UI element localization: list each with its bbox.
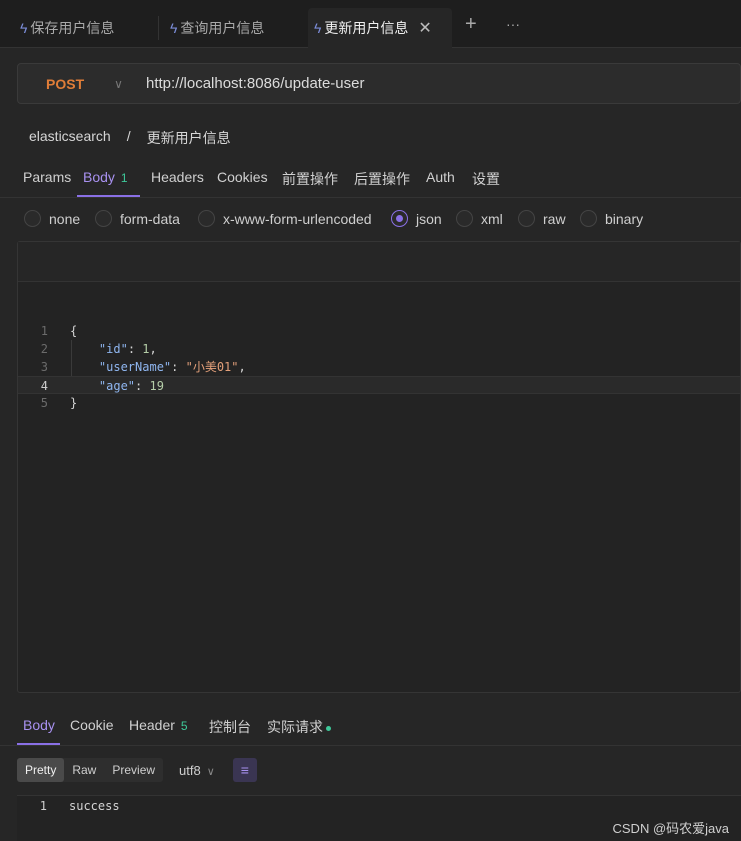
response-tabs: Body Cookie Header 5 控制台 实际请求 xyxy=(0,708,741,746)
active-tab-indicator xyxy=(77,195,140,197)
code-area[interactable]: 1 { 2 "id": 1, 3 "userName": "小美01", 4 "… xyxy=(18,282,740,412)
header-count-badge: 5 xyxy=(180,719,188,733)
code-line: 3 "userName": "小美01", xyxy=(18,358,740,376)
method-label: POST xyxy=(46,75,85,92)
radio-none[interactable]: none xyxy=(24,210,80,227)
encoding-select[interactable]: utf8 ∨ xyxy=(179,763,215,778)
code-line: 1 { xyxy=(18,322,740,340)
body-type-selector: none form-data x-www-form-urlencoded jso… xyxy=(0,208,741,232)
response-tab-body[interactable]: Body xyxy=(23,717,55,733)
lightning-icon: ϟ xyxy=(20,20,28,36)
radio-circle-checked xyxy=(391,210,408,227)
code-text: } xyxy=(70,396,78,410)
radio-circle xyxy=(198,210,215,227)
radio-json[interactable]: json xyxy=(391,210,442,227)
radio-form-data[interactable]: form-data xyxy=(95,210,180,227)
editor-toolbar xyxy=(18,242,740,282)
response-tab-actual-request[interactable]: 实际请求 xyxy=(267,717,331,737)
line-number: 2 xyxy=(40,342,48,356)
code-text: "age": 19 xyxy=(98,379,164,393)
radio-raw[interactable]: raw xyxy=(518,210,566,227)
close-icon[interactable]: ✕ xyxy=(418,18,431,38)
tab-query-user[interactable]: ϟ 查询用户信息 xyxy=(164,8,304,48)
response-tab-cookie[interactable]: Cookie xyxy=(70,717,114,733)
code-line-current: 4 "age": 19 xyxy=(18,376,740,394)
request-tab-bar: ϟ 保存用户信息 ϟ 查询用户信息 ϟ 更新用户信息 ✕ + ··· xyxy=(0,0,741,48)
view-preview-button[interactable]: Preview xyxy=(104,758,163,782)
word-wrap-icon[interactable]: ≡ xyxy=(232,758,257,782)
tab-headers[interactable]: Headers xyxy=(151,169,204,185)
code-line: 2 "id": 1, xyxy=(18,340,740,358)
line-number: 4 xyxy=(40,379,48,393)
line-number: 5 xyxy=(40,396,48,410)
url-bar: POST ∨ http://localhost:8086/update-user xyxy=(17,63,741,104)
radio-urlencoded[interactable]: x-www-form-urlencoded xyxy=(198,210,372,227)
radio-circle xyxy=(580,210,597,227)
tab-post-operations[interactable]: 后置操作 xyxy=(354,169,410,189)
breadcrumb-request-name[interactable]: 更新用户信息 xyxy=(147,128,231,148)
view-pretty-button[interactable]: Pretty xyxy=(17,758,65,782)
active-response-tab-indicator xyxy=(17,743,60,745)
radio-circle xyxy=(24,210,41,227)
radio-label: binary xyxy=(605,210,644,227)
view-mode-segmented: Pretty Raw Preview xyxy=(17,758,164,782)
radio-circle xyxy=(456,210,473,227)
tab-cookies[interactable]: Cookies xyxy=(217,169,268,185)
lightning-icon: ϟ xyxy=(314,20,322,36)
tab-auth[interactable]: Auth xyxy=(426,169,455,185)
method-select[interactable]: POST ∨ xyxy=(18,76,130,92)
radio-label: form-data xyxy=(120,210,180,227)
plus-icon[interactable]: + xyxy=(465,14,477,34)
watermark: CSDN @码农爱java xyxy=(612,821,730,836)
code-text: { xyxy=(70,324,78,338)
view-raw-button[interactable]: Raw xyxy=(64,758,104,782)
chevron-down-icon: ∨ xyxy=(114,76,123,91)
response-tab-actual-label: 实际请求 xyxy=(267,719,323,735)
breadcrumb: elasticsearch / 更新用户信息 xyxy=(29,128,231,148)
code-text: "userName": "小美01", xyxy=(98,360,246,374)
tab-params[interactable]: Params xyxy=(23,169,71,185)
tab-update-user[interactable]: ϟ 更新用户信息 ✕ xyxy=(308,8,452,48)
tab-save-user[interactable]: ϟ 保存用户信息 xyxy=(14,8,154,48)
tab-settings[interactable]: 设置 xyxy=(472,169,500,189)
status-dot-icon xyxy=(326,725,331,731)
url-input[interactable]: http://localhost:8086/update-user xyxy=(130,75,364,92)
chevron-down-icon: ∨ xyxy=(206,765,215,778)
radio-binary[interactable]: binary xyxy=(580,210,643,227)
tab-label: 保存用户信息 xyxy=(30,20,115,36)
tab-label: 查询用户信息 xyxy=(180,20,265,36)
line-number: 1 xyxy=(39,799,47,813)
encoding-label: utf8 xyxy=(179,762,201,778)
radio-label: none xyxy=(49,210,81,227)
tab-divider xyxy=(158,16,159,40)
radio-xml[interactable]: xml xyxy=(456,210,503,227)
radio-label: raw xyxy=(543,210,566,227)
radio-label: json xyxy=(416,210,442,227)
tab-body[interactable]: Body 1 xyxy=(83,169,128,185)
response-view-bar: Pretty Raw Preview utf8 ∨ ≡ xyxy=(17,758,257,782)
more-icon[interactable]: ··· xyxy=(506,14,520,34)
breadcrumb-separator: / xyxy=(126,128,131,144)
response-text: success xyxy=(69,799,120,813)
radio-label: x-www-form-urlencoded xyxy=(223,210,372,227)
request-sections-tabs: Params Body 1 Headers Cookies 前置操作 后置操作 A… xyxy=(0,158,741,198)
lightning-icon: ϟ xyxy=(170,20,178,36)
json-body-editor[interactable]: 1 { 2 "id": 1, 3 "userName": "小美01", 4 "… xyxy=(17,241,741,693)
response-line: 1 success xyxy=(17,797,741,815)
radio-circle xyxy=(95,210,112,227)
radio-label: xml xyxy=(481,210,503,227)
line-number: 3 xyxy=(40,360,48,374)
response-tab-console[interactable]: 控制台 xyxy=(209,717,251,737)
radio-circle xyxy=(518,210,535,227)
tab-body-label: Body xyxy=(83,169,115,185)
response-tab-header-label: Header xyxy=(129,717,175,733)
line-number: 1 xyxy=(40,324,48,338)
tab-pre-operations[interactable]: 前置操作 xyxy=(282,169,338,189)
body-count-badge: 1 xyxy=(120,171,128,185)
tab-label: 更新用户信息 xyxy=(324,20,409,36)
code-text: "id": 1, xyxy=(98,342,157,356)
code-line: 5 } xyxy=(18,394,740,412)
breadcrumb-collection[interactable]: elasticsearch xyxy=(29,128,111,148)
response-tab-header[interactable]: Header 5 xyxy=(129,717,188,733)
